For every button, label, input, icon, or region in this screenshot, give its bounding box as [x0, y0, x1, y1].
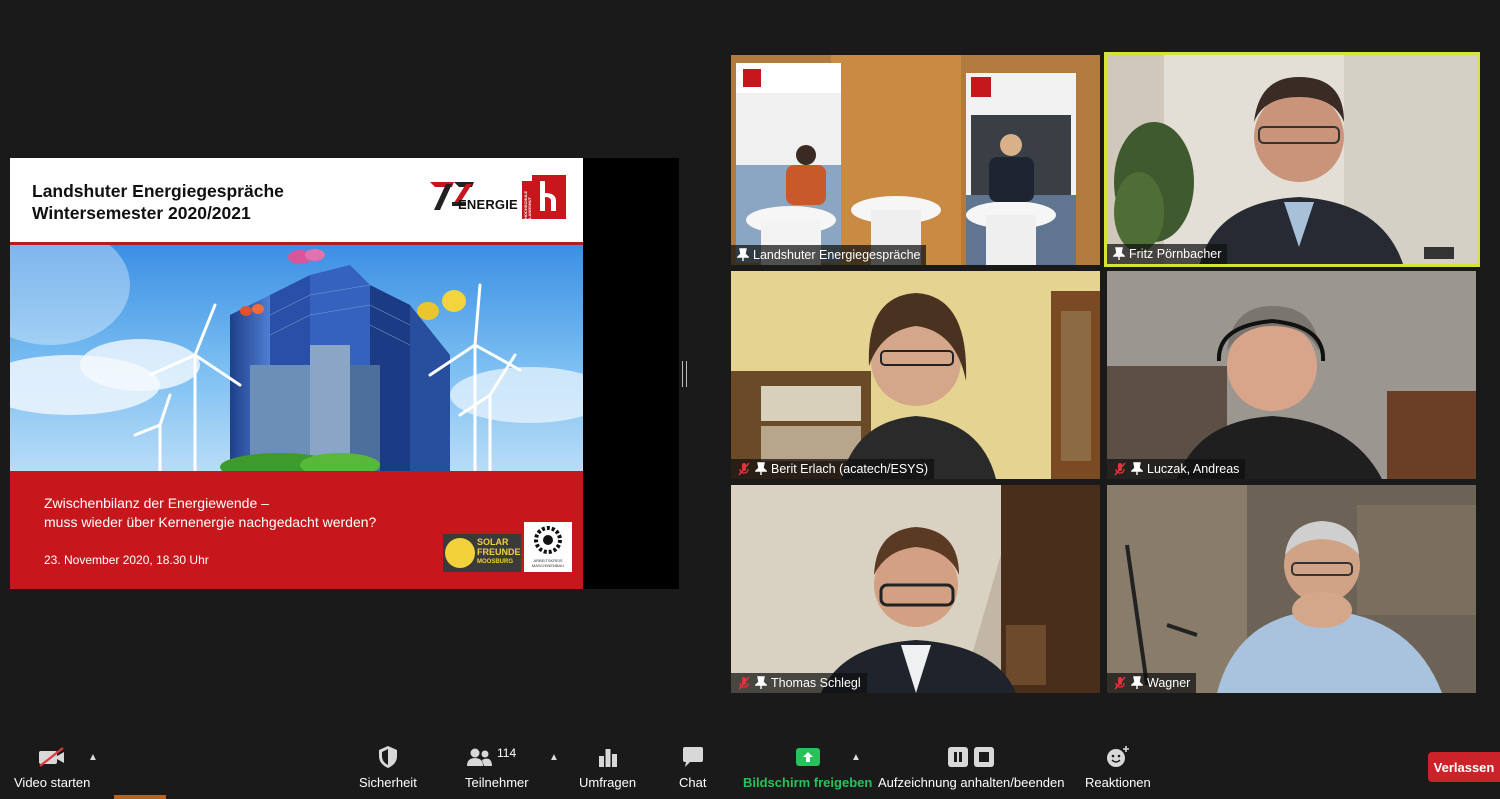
solarfreunde-moosburg-logo: SOLAR FREUNDE MOOSBURG [443, 534, 521, 572]
video-feed-participant [731, 271, 1100, 479]
split-view-resize-handle[interactable] [682, 361, 688, 387]
shared-slide: Landshuter Energiegespräche Wintersemest… [10, 158, 583, 589]
video-off-icon [39, 747, 65, 767]
participants-icon [467, 748, 492, 766]
taskbar-indicator [114, 795, 166, 799]
video-feed-participant [731, 485, 1100, 693]
video-options-chevron-up-icon[interactable]: ▲ [88, 752, 98, 763]
hochschule-landshut-logo: HOCHSCHULE LANDSHUT [522, 175, 566, 219]
ffz-energie-logo: ENERGIE [428, 178, 520, 214]
reactions-label: Reaktionen [1085, 775, 1151, 790]
video-feed-participant [1107, 485, 1476, 693]
pin-icon [1131, 676, 1143, 689]
solar-logo-line2: FREUNDE [477, 547, 521, 557]
arbeitskreis-maschinenbau-logo: ARBEITSKREIS MASCHINENBAU [524, 522, 572, 572]
emoji-reaction-icon [1106, 746, 1129, 767]
video-tile-landshuter-energiegespraeche[interactable]: Landshuter Energiegespräche [731, 55, 1100, 265]
pin-icon [755, 462, 767, 475]
video-feed-speaker [1104, 52, 1480, 267]
machine-logo-text: ARBEITSKREIS MASCHINENBAU [531, 558, 565, 568]
security-label: Sicherheit [359, 775, 417, 790]
solar-logo-text: SOLAR FREUNDE MOOSBURG [477, 537, 521, 567]
solar-logo-sun-icon [445, 538, 475, 568]
shared-screen-padding [583, 158, 679, 589]
video-feed-stage [731, 55, 1100, 265]
muted-microphone-icon [1114, 676, 1126, 690]
pin-icon [737, 248, 749, 261]
reactions-button[interactable]: Reaktionen [1085, 743, 1151, 790]
participant-name: Berit Erlach (acatech/ESYS) [771, 462, 929, 476]
video-tile-thomas-schlegl[interactable]: Thomas Schlegl [731, 485, 1100, 693]
recording-label: Aufzeichnung anhalten/beenden [878, 775, 1065, 790]
video-tile-wagner[interactable]: Wagner [1107, 485, 1476, 693]
video-feed-participant [1107, 271, 1476, 479]
solar-logo-line3: MOOSBURG [477, 559, 513, 565]
video-tile-fritz-poernbacher[interactable]: Fritz Pörnbacher [1104, 52, 1480, 267]
participant-name: Landshuter Energiegespräche [753, 248, 921, 262]
share-screen-arrow-icon [795, 748, 820, 766]
slide-footer: Zwischenbilanz der Energiewende – muss w… [10, 471, 583, 589]
slide-header: Landshuter Energiegespräche Wintersemest… [10, 158, 583, 242]
participant-name-tag: Landshuter Energiegespräche [731, 245, 927, 265]
slide-subtitle-line1: Zwischenbilanz der Energiewende – [44, 495, 269, 511]
participant-name-tag: Thomas Schlegl [731, 673, 867, 693]
slide-title: Landshuter Energiegespräche Wintersemest… [32, 180, 284, 224]
muted-microphone-icon [738, 676, 750, 690]
stop-recording-icon [974, 747, 995, 767]
pin-icon [755, 676, 767, 689]
poll-chart-icon [598, 749, 617, 767]
slide-subtitle-line2: muss wieder über Kernenergie nachgedacht… [44, 514, 377, 530]
participant-name: Fritz Pörnbacher [1129, 247, 1222, 261]
slide-illustration-city-wind [10, 245, 583, 471]
polls-button[interactable]: Umfragen [579, 743, 636, 790]
participants-button[interactable]: 114 Teilnehmer [465, 743, 529, 790]
participant-name-tag: Berit Erlach (acatech/ESYS) [731, 459, 935, 479]
participants-options-chevron-up-icon[interactable]: ▲ [549, 752, 559, 763]
shield-icon [378, 746, 397, 768]
participant-name-tag: Fritz Pörnbacher [1107, 244, 1228, 264]
participant-name: Wagner [1147, 676, 1191, 690]
muted-microphone-icon [738, 462, 750, 476]
start-video-button[interactable]: Video starten [14, 743, 90, 790]
pin-icon [1113, 247, 1125, 260]
polls-label: Umfragen [579, 775, 637, 790]
participants-label: Teilnehmer [465, 775, 529, 790]
pin-icon [1131, 462, 1143, 475]
start-video-label: Video starten [14, 775, 91, 790]
solar-logo-line1: SOLAR [477, 537, 509, 547]
slide-event-date: 23. November 2020, 18.30 Uhr [44, 553, 209, 567]
video-tile-berit-erlach[interactable]: Berit Erlach (acatech/ESYS) [731, 271, 1100, 479]
chat-label: Chat [679, 775, 707, 790]
chat-bubble-icon [682, 747, 703, 767]
muted-microphone-icon [1114, 462, 1126, 476]
participant-name: Thomas Schlegl [771, 676, 861, 690]
share-screen-label: Bildschirm freigeben [743, 775, 873, 790]
security-button[interactable]: Sicherheit [359, 743, 417, 790]
pause-recording-icon [948, 747, 969, 767]
leave-meeting-button[interactable]: Verlassen [1428, 752, 1500, 782]
participant-name-tag: Wagner [1107, 673, 1197, 693]
participants-count: 114 [497, 746, 517, 760]
hochschule-logo-text: HOCHSCHULE LANDSHUT [523, 190, 532, 219]
video-tile-andreas-luczak[interactable]: Luczak, Andreas [1107, 271, 1476, 479]
chat-button[interactable]: Chat [679, 743, 706, 790]
share-options-chevron-up-icon[interactable]: ▲ [851, 752, 861, 763]
slide-title-line2: Wintersemester 2020/2021 [32, 203, 251, 223]
share-screen-button[interactable]: Bildschirm freigeben [743, 743, 872, 790]
recording-pause-stop-button[interactable]: Aufzeichnung anhalten/beenden [878, 743, 1065, 790]
energie-logo-text: ENERGIE [458, 197, 518, 212]
participant-name-tag: Luczak, Andreas [1107, 459, 1246, 479]
participant-name: Luczak, Andreas [1147, 462, 1240, 476]
slide-title-line1: Landshuter Energiegespräche [32, 181, 284, 201]
